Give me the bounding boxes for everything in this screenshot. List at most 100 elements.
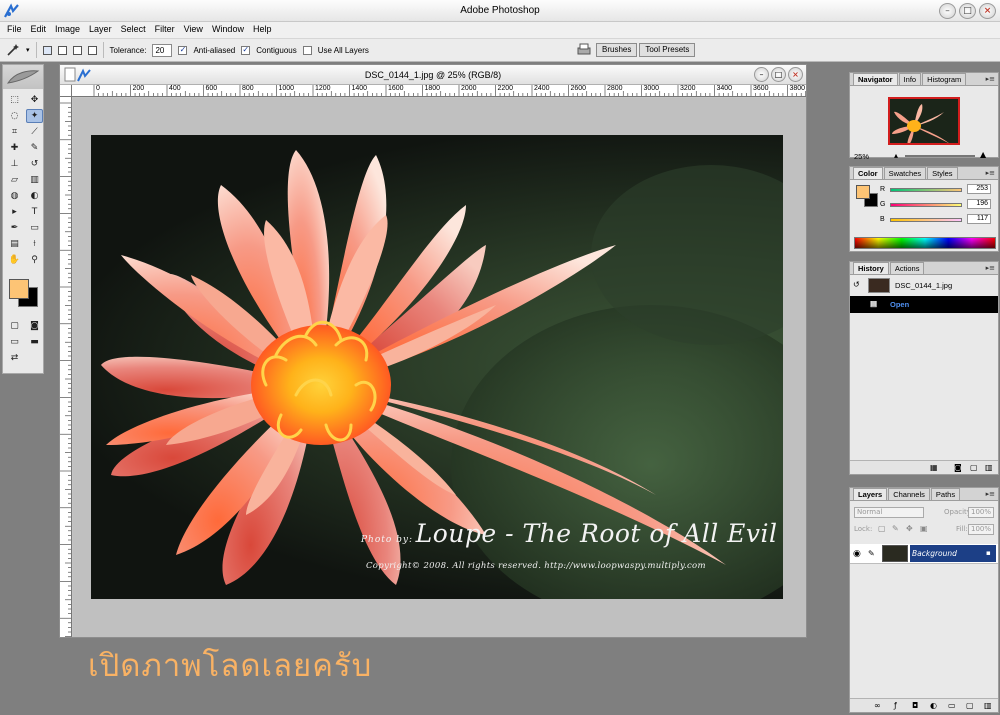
horizontal-ruler[interactable]: 0 200 400 600 800 1000 1200 1400 1600 1800 2000 220… bbox=[72, 85, 806, 97]
eyedropper-tool-icon[interactable]: ⟊ bbox=[26, 237, 43, 251]
path-selection-icon[interactable]: ▸ bbox=[6, 205, 23, 219]
panel-menu-icon[interactable]: ▸≡ bbox=[986, 75, 995, 83]
menu-file[interactable]: File bbox=[4, 22, 25, 38]
hand-tool-icon[interactable]: ✋ bbox=[6, 253, 23, 267]
full-screen-icon[interactable]: ▬ bbox=[26, 335, 43, 349]
menu-window[interactable]: Window bbox=[209, 22, 247, 38]
tab-paths[interactable]: Paths bbox=[930, 488, 961, 500]
navigator-zoom-slider[interactable] bbox=[905, 155, 975, 157]
pen-tool-icon[interactable]: ✒ bbox=[6, 221, 23, 235]
screen-mode-icon[interactable]: ▭ bbox=[6, 335, 23, 349]
tab-navigator[interactable]: Navigator bbox=[853, 73, 898, 85]
delete-layer-icon[interactable]: ▥ bbox=[984, 701, 992, 710]
maximize-button[interactable]: □ bbox=[959, 3, 976, 19]
lasso-tool-icon[interactable]: ◌ bbox=[6, 109, 23, 123]
zoom-out-icon[interactable]: ▴ bbox=[894, 151, 898, 160]
tolerance-input[interactable] bbox=[152, 43, 173, 57]
quick-mask-icon[interactable]: ◙ bbox=[26, 319, 43, 333]
link-layers-icon[interactable]: ∞ bbox=[874, 701, 881, 710]
menu-select[interactable]: Select bbox=[118, 22, 149, 38]
dodge-tool-icon[interactable]: ◐ bbox=[26, 189, 43, 203]
layer-visibility-eye-icon[interactable]: ◉ bbox=[853, 549, 861, 559]
doc-close-button[interactable]: × bbox=[788, 67, 803, 82]
gradient-tool-icon[interactable]: ▥ bbox=[26, 173, 43, 187]
tab-layers[interactable]: Layers bbox=[853, 488, 888, 500]
imageready-icon[interactable]: ⇄ bbox=[6, 351, 23, 365]
menu-layer[interactable]: Layer bbox=[86, 22, 115, 38]
selection-mode-subtract-icon[interactable] bbox=[72, 45, 82, 55]
history-brush-icon[interactable]: ↺ bbox=[26, 157, 43, 171]
zoom-in-icon[interactable]: ▲ bbox=[980, 150, 986, 159]
tab-color[interactable]: Color bbox=[853, 167, 883, 179]
layer-name[interactable]: Background bbox=[910, 545, 996, 562]
tab-swatches[interactable]: Swatches bbox=[883, 167, 927, 179]
menu-view[interactable]: View bbox=[181, 22, 206, 38]
menu-image[interactable]: Image bbox=[52, 22, 83, 38]
layer-style-icon[interactable]: ƒ bbox=[894, 701, 897, 710]
selection-mode-add-icon[interactable] bbox=[57, 45, 67, 55]
anti-aliased-checkbox[interactable]: ✓ bbox=[178, 45, 188, 55]
crop-tool-icon[interactable]: ⌗ bbox=[6, 125, 23, 139]
slice-tool-icon[interactable]: ⟋ bbox=[26, 125, 43, 139]
selection-mode-new-icon[interactable] bbox=[42, 45, 52, 55]
healing-brush-icon[interactable]: ✚ bbox=[6, 141, 23, 155]
green-slider[interactable] bbox=[890, 203, 962, 207]
tab-info[interactable]: Info bbox=[898, 73, 922, 85]
vertical-ruler[interactable] bbox=[60, 97, 72, 637]
menu-edit[interactable]: Edit bbox=[28, 22, 50, 38]
red-slider[interactable] bbox=[890, 188, 962, 192]
marquee-tool-icon[interactable]: ⬚ bbox=[6, 93, 23, 107]
navigator-thumbnail[interactable] bbox=[888, 97, 960, 145]
new-snapshot-icon[interactable]: ◙ bbox=[954, 463, 962, 472]
tab-actions[interactable]: Actions bbox=[889, 262, 925, 274]
history-state-row[interactable]: ▤ Open bbox=[850, 296, 998, 313]
panel-menu-icon[interactable]: ▸≡ bbox=[986, 264, 995, 272]
layer-mask-icon[interactable]: ◘ bbox=[912, 701, 918, 710]
shape-tool-icon[interactable]: ▭ bbox=[26, 221, 43, 235]
type-tool-icon[interactable]: T bbox=[26, 205, 43, 219]
minimize-button[interactable]: – bbox=[939, 3, 956, 19]
move-tool-icon[interactable]: ✥ bbox=[26, 93, 43, 107]
close-button[interactable]: × bbox=[979, 3, 996, 19]
new-layer-icon[interactable]: ▢ bbox=[966, 701, 974, 710]
zoom-tool-icon[interactable]: ⚲ bbox=[26, 253, 43, 267]
color-foreground-swatch[interactable] bbox=[856, 185, 870, 199]
blur-tool-icon[interactable]: ◍ bbox=[6, 189, 23, 203]
lock-position-icon[interactable]: ✥ bbox=[906, 524, 913, 533]
tab-channels[interactable]: Channels bbox=[888, 488, 930, 500]
blue-slider[interactable] bbox=[890, 218, 962, 222]
blend-mode-select[interactable]: Normal bbox=[854, 507, 924, 518]
navigator-zoom-value[interactable]: 25% bbox=[854, 152, 869, 161]
panel-menu-icon[interactable]: ▸≡ bbox=[986, 169, 995, 177]
magic-wand-tool-icon[interactable]: ✦ bbox=[26, 109, 43, 123]
new-document-from-state-icon[interactable]: ▦ bbox=[930, 463, 938, 472]
photo-canvas[interactable]: Photo by: Loupe - The Root of All Evil C… bbox=[91, 135, 783, 599]
blue-value[interactable]: 117 bbox=[967, 214, 991, 224]
foreground-color-swatch[interactable] bbox=[9, 279, 29, 299]
notes-tool-icon[interactable]: ▤ bbox=[6, 237, 23, 251]
menu-help[interactable]: Help bbox=[250, 22, 275, 38]
tool-preset-dropdown-icon[interactable]: ▾ bbox=[26, 46, 30, 54]
lock-pixels-icon[interactable]: ✎ bbox=[892, 524, 899, 533]
panel-menu-icon[interactable]: ▸≡ bbox=[986, 490, 995, 498]
new-state-icon[interactable]: ▢ bbox=[970, 463, 978, 472]
brush-tool-icon[interactable]: ✎ bbox=[26, 141, 43, 155]
lock-transparent-icon[interactable]: ▢ bbox=[878, 524, 886, 533]
canvas-area[interactable]: Photo by: Loupe - The Root of All Evil C… bbox=[73, 98, 806, 637]
opacity-input[interactable]: 100% bbox=[968, 507, 994, 518]
doc-minimize-button[interactable]: – bbox=[754, 67, 769, 82]
printer-icon[interactable] bbox=[576, 43, 592, 57]
doc-maximize-button[interactable]: □ bbox=[771, 67, 786, 82]
history-brush-source-icon[interactable]: ↺ bbox=[853, 280, 860, 289]
green-value[interactable]: 196 bbox=[967, 199, 991, 209]
adjustment-layer-icon[interactable]: ◐ bbox=[930, 701, 937, 710]
color-spectrum-bar[interactable] bbox=[854, 237, 996, 249]
selection-mode-intersect-icon[interactable] bbox=[87, 45, 97, 55]
new-group-icon[interactable]: ▭ bbox=[948, 701, 956, 710]
trash-icon[interactable]: ▥ bbox=[985, 463, 993, 472]
lock-all-icon[interactable]: ▣ bbox=[920, 524, 928, 533]
history-snapshot-row[interactable]: ↺ DSC_0144_1.jpg bbox=[850, 277, 998, 294]
magic-wand-icon[interactable] bbox=[6, 43, 20, 57]
tool-presets-tab[interactable]: Tool Presets bbox=[639, 43, 696, 57]
clone-stamp-icon[interactable]: ⊥ bbox=[6, 157, 23, 171]
